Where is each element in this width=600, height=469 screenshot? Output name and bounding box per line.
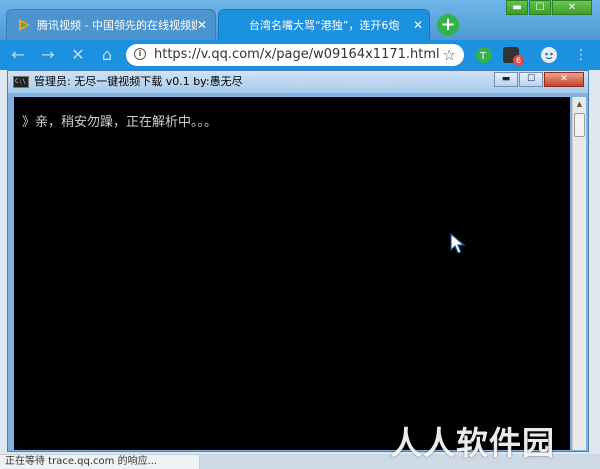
- browser-titlebar: 腾讯视频 - 中国领先的在线视频媒 ✕ 台湾名嘴大骂“港独”，连开6炮 ✕ + …: [0, 0, 600, 40]
- tab-news-video[interactable]: 台湾名嘴大骂“港独”，连开6炮 ✕: [218, 9, 430, 40]
- info-icon[interactable]: i: [134, 48, 146, 60]
- watermark: 人人软件园: [390, 424, 556, 462]
- tab-title: 腾讯视频 - 中国领先的在线视频媒: [37, 19, 197, 32]
- status-bar: 正在等待 trace.qq.com 的响应...: [0, 454, 200, 469]
- extension-badge: 6: [513, 55, 524, 66]
- console-output-area[interactable]: 》亲，稍安勿躁，正在解析中。。。: [14, 97, 570, 450]
- console-title: 管理员: 无尽一键视频下载 v0.1 by:愚无尽: [34, 75, 243, 88]
- console-app-icon: C:\: [13, 76, 29, 88]
- maximize-button[interactable]: ☐: [529, 0, 551, 15]
- close-button[interactable]: ✕: [552, 0, 592, 15]
- home-button[interactable]: ⌂: [97, 45, 117, 65]
- status-text: 正在等待 trace.qq.com 的响应...: [5, 456, 158, 467]
- new-tab-button[interactable]: +: [437, 14, 459, 36]
- tencent-video-icon: [19, 19, 30, 31]
- console-window[interactable]: C:\ 管理员: 无尽一键视频下载 v0.1 by:愚无尽 ▬ ☐ ✕ 》亲，稍…: [7, 70, 589, 452]
- url-text[interactable]: https://v.qq.com/x/page/w09164x1171.html: [154, 44, 440, 66]
- forward-button[interactable]: →: [38, 45, 58, 65]
- back-button[interactable]: ←: [8, 45, 28, 65]
- tab-title: 台湾名嘴大骂“港独”，连开6炮: [249, 19, 400, 32]
- console-minimize-button[interactable]: ▬: [494, 72, 518, 87]
- menu-icon[interactable]: ⋮: [574, 46, 588, 64]
- minimize-button[interactable]: ▬: [506, 0, 528, 15]
- address-bar[interactable]: i https://v.qq.com/x/page/w09164x1171.ht…: [126, 44, 464, 66]
- bookmark-star-icon[interactable]: ☆: [443, 44, 456, 66]
- extension-download-icon[interactable]: 6: [503, 47, 524, 66]
- console-window-controls: ▬ ☐ ✕: [493, 72, 584, 87]
- scroll-up-arrow-icon[interactable]: ▲: [573, 97, 586, 111]
- browser-toolbar: ← → ✕ ⌂ i https://v.qq.com/x/page/w09164…: [0, 40, 600, 70]
- mouse-cursor-icon: [450, 233, 466, 254]
- extension-face-icon[interactable]: [541, 47, 557, 63]
- svg-text:T: T: [479, 51, 487, 62]
- tab-close-icon[interactable]: ✕: [197, 10, 207, 40]
- stop-button[interactable]: ✕: [68, 45, 88, 65]
- console-scrollbar[interactable]: ▲: [572, 97, 586, 450]
- window-controls: ▬ ☐ ✕: [505, 0, 592, 16]
- tab-tencent-video[interactable]: 腾讯视频 - 中国领先的在线视频媒 ✕: [6, 9, 216, 40]
- console-close-button[interactable]: ✕: [544, 72, 584, 87]
- console-titlebar[interactable]: C:\ 管理员: 无尽一键视频下载 v0.1 by:愚无尽 ▬ ☐ ✕: [8, 71, 588, 93]
- console-maximize-button[interactable]: ☐: [519, 72, 543, 87]
- console-output-line: 》亲，稍安勿躁，正在解析中。。。: [22, 115, 218, 130]
- scroll-thumb[interactable]: [574, 113, 585, 137]
- extension-green-icon[interactable]: T: [476, 47, 492, 63]
- tab-close-icon[interactable]: ✕: [413, 10, 423, 40]
- blurred-background: [248, 77, 508, 87]
